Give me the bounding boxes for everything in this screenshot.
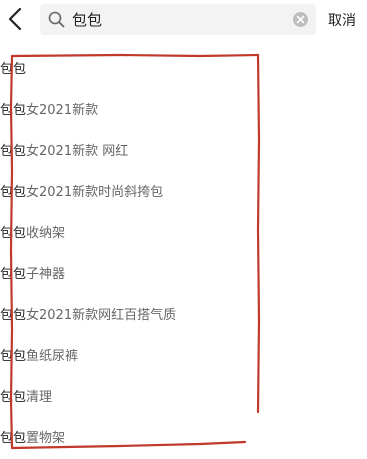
suggestion-rest: 鱼纸尿裤	[26, 349, 79, 364]
clear-icon	[296, 15, 305, 24]
suggestion-rest: 女2021新款 网红	[26, 144, 129, 159]
suggestion-prefix: 包包	[0, 308, 27, 323]
suggestion-item[interactable]: 包包鱼纸尿裤	[0, 345, 300, 369]
suggestion-item[interactable]: 包包女2021新款	[0, 99, 300, 123]
suggestion-prefix: 包包	[0, 185, 27, 200]
suggestion-rest: 收纳架	[26, 226, 66, 241]
cancel-button[interactable]: 取消	[328, 10, 356, 30]
suggestion-prefix: 包包	[0, 349, 27, 364]
suggestion-item[interactable]: 包包	[0, 58, 300, 82]
clear-button[interactable]	[293, 12, 308, 27]
suggestion-rest: 女2021新款网红百搭气质	[26, 308, 177, 323]
search-box[interactable]	[40, 4, 316, 35]
suggestion-rest: 清理	[26, 390, 53, 405]
chevron-left-icon	[8, 7, 22, 31]
suggestion-rest: 女2021新款时尚斜挎包	[26, 185, 164, 200]
suggestion-item[interactable]: 包包子神器	[0, 263, 300, 287]
suggestion-item[interactable]: 包包女2021新款网红百搭气质	[0, 304, 300, 328]
suggestion-rest: 置物架	[26, 431, 66, 446]
suggestion-prefix: 包包	[0, 390, 27, 405]
suggestion-item[interactable]: 包包收纳架	[0, 222, 300, 246]
suggestion-item[interactable]: 包包置物架	[0, 427, 300, 451]
suggestion-prefix: 包包	[0, 267, 27, 282]
suggestion-item[interactable]: 包包女2021新款 网红	[0, 140, 300, 164]
annotation-frame-top	[10, 53, 260, 58]
search-header: 取消	[0, 0, 367, 40]
suggestion-item[interactable]: 包包女2021新款时尚斜挎包	[0, 181, 300, 205]
search-icon	[48, 11, 65, 28]
suggestion-prefix: 包包	[0, 62, 27, 77]
suggestion-prefix: 包包	[0, 144, 27, 159]
suggestion-prefix: 包包	[0, 226, 27, 241]
suggestion-prefix: 包包	[0, 103, 27, 118]
back-button[interactable]	[4, 5, 28, 33]
suggestion-rest: 女2021新款	[26, 103, 99, 118]
suggestion-item[interactable]: 包包清理	[0, 386, 300, 410]
search-input[interactable]	[72, 6, 282, 33]
suggestion-prefix: 包包	[0, 431, 27, 446]
suggestion-rest: 子神器	[26, 267, 66, 282]
